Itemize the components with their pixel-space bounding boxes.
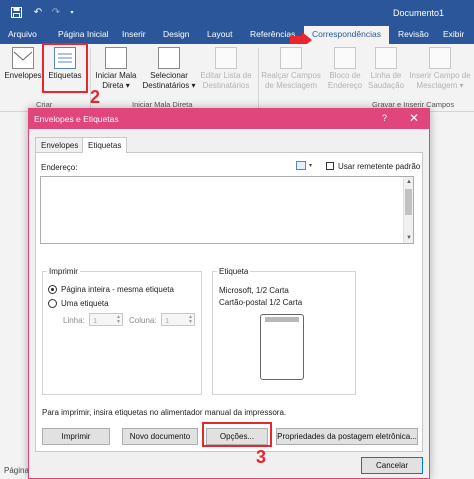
envelope-icon: [12, 47, 34, 69]
undo-icon[interactable]: ↶: [32, 6, 44, 18]
help-icon[interactable]: ?: [382, 113, 387, 123]
status-page-label: Página: [4, 466, 29, 475]
chevron-down-icon[interactable]: ▾: [309, 162, 312, 169]
label-group[interactable]: Etiqueta Microsoft, 1/2 Carta Cartão-pos…: [212, 267, 356, 395]
tab-design[interactable]: Design: [163, 29, 189, 39]
print-button-label: Imprimir: [61, 432, 91, 441]
annotation-highlight-labels: [42, 43, 88, 93]
column-stepper[interactable]: 1 ▲ ▼: [161, 313, 195, 326]
annotation-step-3: 3: [256, 447, 267, 467]
tab-review[interactable]: Revisão: [398, 29, 429, 39]
label-preview-icon[interactable]: [260, 314, 304, 380]
highlight-fields-icon: [280, 47, 302, 69]
envelopes-button[interactable]: Envelopes: [4, 44, 42, 81]
select-recipients-label: Selecionar Destinatários ▾: [142, 71, 196, 90]
dialog-title: Envelopes e Etiquetas: [34, 114, 119, 124]
scroll-thumb[interactable]: [405, 189, 412, 215]
single-label-radio[interactable]: [48, 299, 57, 308]
highlight-merge-fields-label: Realçar Campos de Mesclagem: [261, 71, 321, 90]
greeting-line-label: Linha de Saudação: [367, 71, 405, 90]
tab-home[interactable]: Página Inicial: [58, 29, 109, 39]
row-stepper[interactable]: 1 ▲ ▼: [89, 313, 123, 326]
envelopes-label: Envelopes: [4, 71, 42, 80]
quick-access-dropdown-icon[interactable]: ▾: [66, 6, 78, 18]
tab-envelopes[interactable]: Envelopes: [35, 137, 85, 152]
address-label: Endereço:: [41, 163, 78, 172]
select-recipients-button[interactable]: Selecionar Destinatários ▾: [142, 44, 196, 91]
row-label: Linha:: [63, 316, 85, 325]
full-page-radio[interactable]: [48, 285, 57, 294]
save-icon[interactable]: [10, 6, 22, 18]
new-document-button-label: Novo documento: [129, 432, 191, 441]
greeting-line-button[interactable]: Linha de Saudação: [366, 44, 406, 91]
tab-layout[interactable]: Layout: [207, 29, 233, 39]
tab-view[interactable]: Exibir: [443, 29, 464, 39]
label-group-title: Etiqueta: [217, 267, 251, 276]
instruction-text: Para imprimir, insira etiquetas no alime…: [42, 408, 287, 417]
dialog-title-bar: Envelopes e Etiquetas ? ✕: [29, 109, 429, 129]
title-bar: ↶ ↷ ▾ Documento1: [0, 0, 474, 26]
mail-merge-icon: [105, 47, 127, 69]
tab-file[interactable]: Arquivo: [8, 29, 37, 39]
spinner-arrows-icon[interactable]: ▲ ▼: [116, 315, 121, 325]
highlight-merge-fields-button[interactable]: Realçar Campos de Mesclagem: [260, 44, 322, 91]
edit-list-icon: [215, 47, 237, 69]
recipients-icon: [158, 47, 180, 69]
print-group-title: Imprimir: [47, 267, 80, 276]
cancel-button-label: Cancelar: [375, 461, 408, 470]
label-line-2: Cartão-postal 1/2 Carta: [219, 298, 303, 307]
use-return-address-label: Usar remetente padrão: [338, 162, 421, 171]
tab-mailings[interactable]: Correspondências: [304, 26, 389, 44]
postage-properties-button[interactable]: Propriedades da postagem eletrônica...: [276, 428, 418, 445]
scroll-down-icon[interactable]: ▼: [404, 233, 414, 243]
postage-properties-button-label: Propriedades da postagem eletrônica...: [277, 432, 417, 441]
address-block-icon: [334, 47, 356, 69]
label-preview-band: [265, 317, 299, 322]
spinner-arrows-icon[interactable]: ▲ ▼: [188, 315, 193, 325]
edit-recipient-list-button[interactable]: Editar Lista de Destinatários: [198, 44, 254, 91]
address-textarea[interactable]: ▲ ▼: [40, 176, 414, 244]
print-group: Imprimir Página inteira - mesma etiqueta…: [42, 267, 202, 395]
edit-recipient-list-label: Editar Lista de Destinatários: [200, 71, 252, 90]
label-line-1: Microsoft, 1/2 Carta: [219, 286, 289, 295]
cancel-button[interactable]: Cancelar: [361, 457, 423, 474]
new-document-button[interactable]: Novo documento: [122, 428, 198, 445]
address-block-label: Bloco de Endereço: [327, 71, 363, 90]
ribbon-tabs: Arquivo Página Inicial Inserir Design La…: [0, 26, 474, 44]
address-book-icon[interactable]: [296, 161, 306, 170]
annotation-step-2: 2: [90, 87, 101, 107]
address-scrollbar[interactable]: ▲ ▼: [403, 177, 413, 243]
redo-icon[interactable]: ↷: [50, 6, 62, 18]
tab-references[interactable]: Referências: [250, 29, 295, 39]
scroll-up-icon[interactable]: ▲: [404, 177, 414, 187]
full-page-label: Página inteira - mesma etiqueta: [61, 285, 174, 294]
insert-merge-field-label: Inserir Campo de Mesclagem ▾: [409, 71, 471, 90]
column-value: 1: [165, 316, 170, 325]
document-title: Documento1: [392, 8, 444, 18]
column-label: Coluna:: [129, 316, 157, 325]
group-separator: [258, 48, 259, 108]
address-block-button[interactable]: Bloco de Endereço: [324, 44, 366, 91]
labels-panel: Endereço: ▾ Usar remetente padrão ▲ ▼ Im…: [35, 152, 423, 452]
start-mail-merge-button[interactable]: Iniciar Mala Direta ▾: [92, 44, 140, 91]
insert-merge-field-button[interactable]: Inserir Campo de Mesclagem ▾: [408, 44, 472, 91]
start-mail-merge-label: Iniciar Mala Direta ▾: [95, 71, 137, 90]
insert-field-icon: [429, 47, 451, 69]
greeting-line-icon: [375, 47, 397, 69]
print-button[interactable]: Imprimir: [42, 428, 110, 445]
use-return-address-checkbox[interactable]: [326, 162, 334, 170]
single-label-label: Uma etiqueta: [61, 299, 109, 308]
tab-insert[interactable]: Inserir: [122, 29, 146, 39]
row-value: 1: [93, 316, 98, 325]
close-icon[interactable]: ✕: [409, 111, 419, 125]
tab-labels[interactable]: Etiquetas: [82, 137, 128, 153]
annotation-highlight-options: [202, 422, 272, 447]
